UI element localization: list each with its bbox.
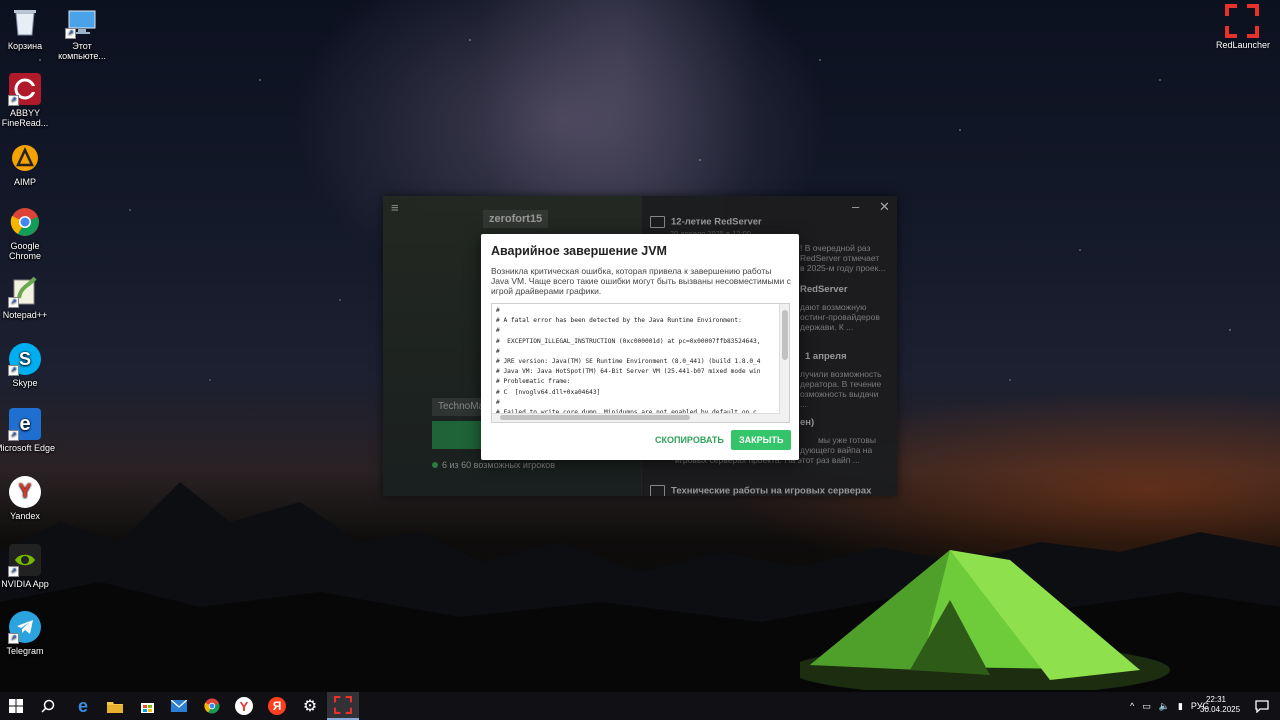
- aimp-icon: [9, 142, 41, 174]
- desktop-icon-label: AIMP: [13, 177, 36, 187]
- network-icon[interactable]: ▭: [1142, 701, 1151, 712]
- windows-start-icon: [9, 699, 23, 713]
- search-icon: [41, 699, 55, 713]
- desktop-icon-label: Google Chrome: [8, 241, 41, 261]
- taskbar-file-explorer[interactable]: [99, 692, 131, 720]
- desktop-icon-label: Yandex: [10, 511, 40, 521]
- taskbar-mail[interactable]: [163, 692, 195, 720]
- taskbar-yandex-browser[interactable]: Y: [228, 692, 260, 720]
- error-log-box[interactable]: # # A fatal error has been detected by t…: [491, 303, 790, 423]
- desktop-icon-aimp[interactable]: AIMP: [0, 142, 56, 187]
- system-tray: ^ ▭ 🔈 ▮ РУС: [1130, 692, 1209, 720]
- desktop-icon-yandex[interactable]: Y Yandex: [0, 476, 56, 521]
- start-button[interactable]: [0, 692, 32, 720]
- desktop-icon-nvidia[interactable]: ↗ NVIDIA App: [0, 544, 56, 589]
- settings-icon: ⚙: [302, 698, 318, 715]
- volume-icon[interactable]: 🔈: [1159, 701, 1170, 712]
- error-log: # # A fatal error has been detected by t…: [496, 307, 761, 416]
- chrome-icon: [9, 206, 41, 238]
- taskbar-chrome[interactable]: [196, 692, 228, 720]
- chevron-up-icon[interactable]: ^: [1130, 701, 1134, 711]
- desktop-icon-telegram[interactable]: ↗ Telegram: [0, 611, 56, 656]
- skype-icon: S ↗: [8, 343, 41, 376]
- desktop-icon-label: ABBYY FineRead...: [1, 108, 49, 128]
- redlauncher-icon: [1225, 4, 1259, 38]
- recycle-bin-icon: [9, 6, 41, 38]
- desktop-icon-abbyy[interactable]: ↗ ABBYY FineRead...: [0, 73, 56, 128]
- green-tent: [800, 550, 1170, 690]
- edge-icon: e: [77, 695, 88, 716]
- redlauncher-icon: [334, 696, 352, 714]
- notification-center-icon: [1255, 699, 1269, 713]
- dialog-message: Возникла критическая ошибка, которая при…: [491, 266, 791, 296]
- chrome-icon: [204, 698, 220, 714]
- taskbar: e Y Я ⚙ ^ ▭ 🔈 ▮ РУС 22:31 30.04.2025: [0, 692, 1280, 720]
- scroll-thumb[interactable]: [500, 415, 690, 420]
- yandex-browser-icon: Y: [235, 697, 253, 715]
- search-button[interactable]: [32, 692, 64, 720]
- this-pc-icon: ↗: [65, 6, 98, 39]
- taskbar-settings[interactable]: ⚙: [294, 692, 326, 720]
- mail-icon: [171, 700, 187, 712]
- desktop-icon-redlauncher[interactable]: RedLauncher: [1216, 4, 1271, 50]
- desktop-icon-label: Notepad++: [2, 310, 48, 320]
- edge-icon: e ↗: [8, 408, 41, 441]
- taskbar-store[interactable]: [131, 692, 163, 720]
- dialog-title: Аварийное завершение JVM: [491, 244, 667, 258]
- clock[interactable]: 22:31 30.04.2025: [1200, 695, 1241, 715]
- file-explorer-icon: [107, 701, 123, 713]
- horizontal-scrollbar[interactable]: [492, 413, 780, 422]
- taskbar-yandex[interactable]: Я: [261, 692, 293, 720]
- desktop-icon-notepad-plus-plus[interactable]: ↗ Notepad++: [0, 275, 56, 320]
- clock-time: 22:31: [1205, 695, 1227, 704]
- telegram-icon: ↗: [8, 611, 41, 644]
- yandex-icon: Я: [268, 697, 286, 715]
- desktop-icon-this-pc[interactable]: ↗ Этот компьюте...: [51, 6, 113, 61]
- notepad-plus-plus-icon: ↗: [8, 275, 41, 308]
- desktop-icon-label: RedLauncher: [1216, 40, 1271, 50]
- desktop-icon-label: Microsoft Edge: [0, 443, 56, 453]
- desktop-icon-label: Skype: [12, 378, 38, 388]
- scroll-thumb[interactable]: [782, 310, 788, 360]
- taskbar-edge[interactable]: e: [67, 692, 99, 720]
- copy-button[interactable]: СКОПИРОВАТЬ: [649, 431, 730, 449]
- desktop-icon-chrome[interactable]: Google Chrome: [0, 206, 56, 261]
- vertical-scrollbar[interactable]: [779, 304, 789, 422]
- battery-icon[interactable]: ▮: [1178, 701, 1183, 712]
- store-icon: [140, 702, 154, 713]
- desktop-icon-label: Этот компьюте...: [58, 41, 106, 61]
- close-button[interactable]: ЗАКРЫТЬ: [731, 430, 792, 450]
- desktop-icon-label: Telegram: [6, 646, 44, 656]
- notifications-button[interactable]: [1246, 692, 1278, 720]
- clock-date: 30.04.2025: [1200, 705, 1241, 714]
- yandex-browser-icon: Y: [9, 476, 41, 508]
- desktop-icon-recycle-bin[interactable]: Корзина: [0, 6, 56, 51]
- desktop-icon-skype[interactable]: S ↗ Skype: [0, 343, 56, 388]
- desktop-icon-edge[interactable]: e ↗ Microsoft Edge: [0, 408, 56, 453]
- desktop-icon-label: Корзина: [7, 41, 43, 51]
- abbyy-finereader-icon: ↗: [8, 73, 41, 106]
- desktop-icon-label: NVIDIA App: [1, 579, 49, 589]
- jvm-crash-dialog: Аварийное завершение JVM Возникла критич…: [481, 234, 799, 460]
- taskbar-redlauncher[interactable]: [327, 692, 359, 720]
- nvidia-icon: ↗: [8, 544, 41, 577]
